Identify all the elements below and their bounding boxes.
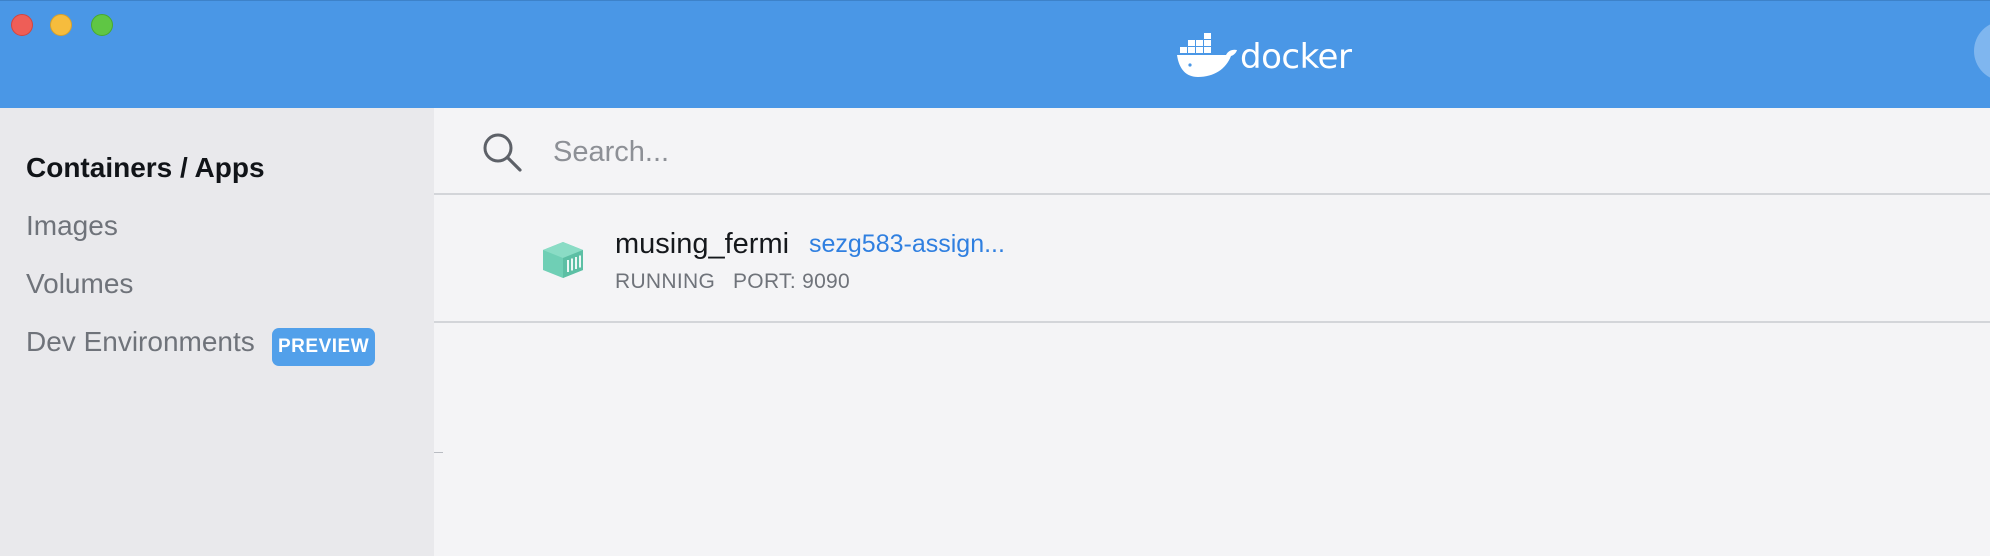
- container-image-link[interactable]: sezg583-assign...: [809, 230, 1005, 259]
- search-input[interactable]: [553, 132, 1253, 172]
- container-name[interactable]: musing_fermi: [615, 228, 789, 261]
- container-status: RUNNING: [615, 270, 716, 293]
- docker-logo: docker: [1176, 29, 1356, 81]
- window-maximize-button[interactable]: [91, 14, 113, 36]
- sidebar-item-dev-environments[interactable]: Dev Environments: [26, 326, 255, 358]
- container-port[interactable]: PORT: 9090: [733, 270, 850, 294]
- resize-handle[interactable]: [434, 452, 443, 453]
- search-icon[interactable]: [480, 130, 524, 174]
- sidebar-item-volumes[interactable]: Volumes: [26, 268, 133, 300]
- preview-badge: PREVIEW: [272, 328, 376, 366]
- brand-wordmark: docker: [1240, 37, 1352, 77]
- docker-whale-icon: [1177, 33, 1237, 77]
- sidebar: Containers / Apps Images Volumes Dev Env…: [0, 108, 434, 556]
- window-close-button[interactable]: [11, 14, 33, 36]
- sidebar-item-containers-apps[interactable]: Containers / Apps: [26, 152, 265, 184]
- window-minimize-button[interactable]: [50, 14, 72, 36]
- title-bar: docker: [0, 0, 1990, 108]
- account-avatar[interactable]: [1974, 21, 1990, 81]
- container-icon: [543, 242, 583, 278]
- sidebar-item-images[interactable]: Images: [26, 210, 118, 242]
